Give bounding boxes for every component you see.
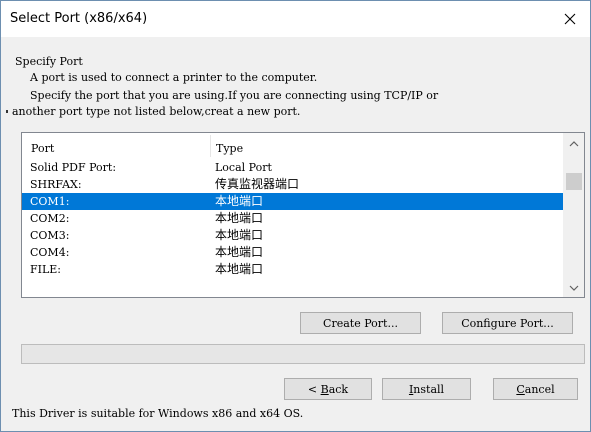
cancel-button-accel: C (516, 382, 525, 396)
cancel-button-rest: ancel (524, 382, 555, 396)
driver-compatibility-note: This Driver is suitable for Windows x86 … (12, 407, 304, 420)
chevron-up-icon (569, 134, 579, 152)
port-name: Solid PDF Port: (30, 161, 117, 174)
port-list[interactable]: Port Type Solid PDF Port: Local Port SHR… (21, 132, 585, 298)
port-name: COM3: (30, 229, 70, 242)
port-row[interactable]: COM2: 本地端口 (22, 210, 564, 227)
column-header-type[interactable]: Type (216, 142, 243, 155)
column-header-port[interactable]: Port (31, 142, 54, 155)
cancel-button[interactable]: Cancel (493, 378, 578, 400)
title-bar: Select Port (x86/x64) (1, 1, 590, 37)
port-name: FILE: (30, 263, 62, 276)
back-button-rest: ack (328, 382, 349, 396)
back-button-prefix: < (307, 382, 321, 396)
port-type: 本地端口 (215, 194, 264, 208)
select-port-dialog: Select Port (x86/x64) Specify Port A por… (0, 0, 591, 432)
create-port-button[interactable]: Create Port... (300, 312, 421, 334)
description-line-2: Specify the port that you are using.If y… (30, 89, 439, 102)
port-type: 传真监视器端口 (215, 177, 300, 191)
port-row[interactable]: SHRFAX: 传真监视器端口 (22, 176, 564, 193)
port-row[interactable]: COM4: 本地端口 (22, 244, 564, 261)
configure-port-button[interactable]: Configure Port... (442, 312, 573, 334)
port-row-selected[interactable]: COM1: 本地端口 (22, 193, 564, 210)
description-line-1: A port is used to connect a printer to t… (30, 71, 318, 84)
back-button-accel: B (320, 382, 329, 396)
port-type: 本地端口 (215, 211, 264, 225)
install-button-rest: nstall (413, 382, 445, 396)
chevron-down-icon (569, 278, 579, 296)
port-type: 本地端口 (215, 245, 264, 259)
port-name: COM2: (30, 212, 70, 225)
window-edge-mark (6, 110, 8, 113)
port-row[interactable]: COM3: 本地端口 (22, 227, 564, 244)
close-button[interactable] (550, 1, 590, 37)
port-list-content: Port Type Solid PDF Port: Local Port SHR… (22, 133, 564, 297)
port-row[interactable]: Solid PDF Port: Local Port (22, 159, 564, 176)
scroll-down-button[interactable] (564, 277, 584, 297)
description-line-3: another port type not listed below,creat… (12, 105, 301, 118)
column-header-row: Port Type (22, 133, 564, 159)
window-title: Select Port (x86/x64) (10, 11, 148, 26)
install-button[interactable]: Install (382, 378, 471, 400)
progress-bar (21, 344, 585, 364)
port-name: SHRFAX: (30, 178, 82, 191)
column-divider[interactable] (210, 135, 211, 157)
vertical-scrollbar[interactable] (563, 133, 584, 297)
scroll-thumb[interactable] (566, 173, 582, 190)
scroll-up-button[interactable] (564, 133, 584, 153)
port-row[interactable]: FILE: 本地端口 (22, 261, 564, 278)
port-name: COM1: (30, 195, 70, 208)
back-button[interactable]: < Back (284, 378, 372, 400)
port-name: COM4: (30, 246, 70, 259)
section-heading: Specify Port (15, 55, 83, 68)
port-type: 本地端口 (215, 262, 264, 276)
close-icon (564, 13, 576, 25)
port-type: 本地端口 (215, 228, 264, 242)
port-type: Local Port (215, 161, 272, 174)
